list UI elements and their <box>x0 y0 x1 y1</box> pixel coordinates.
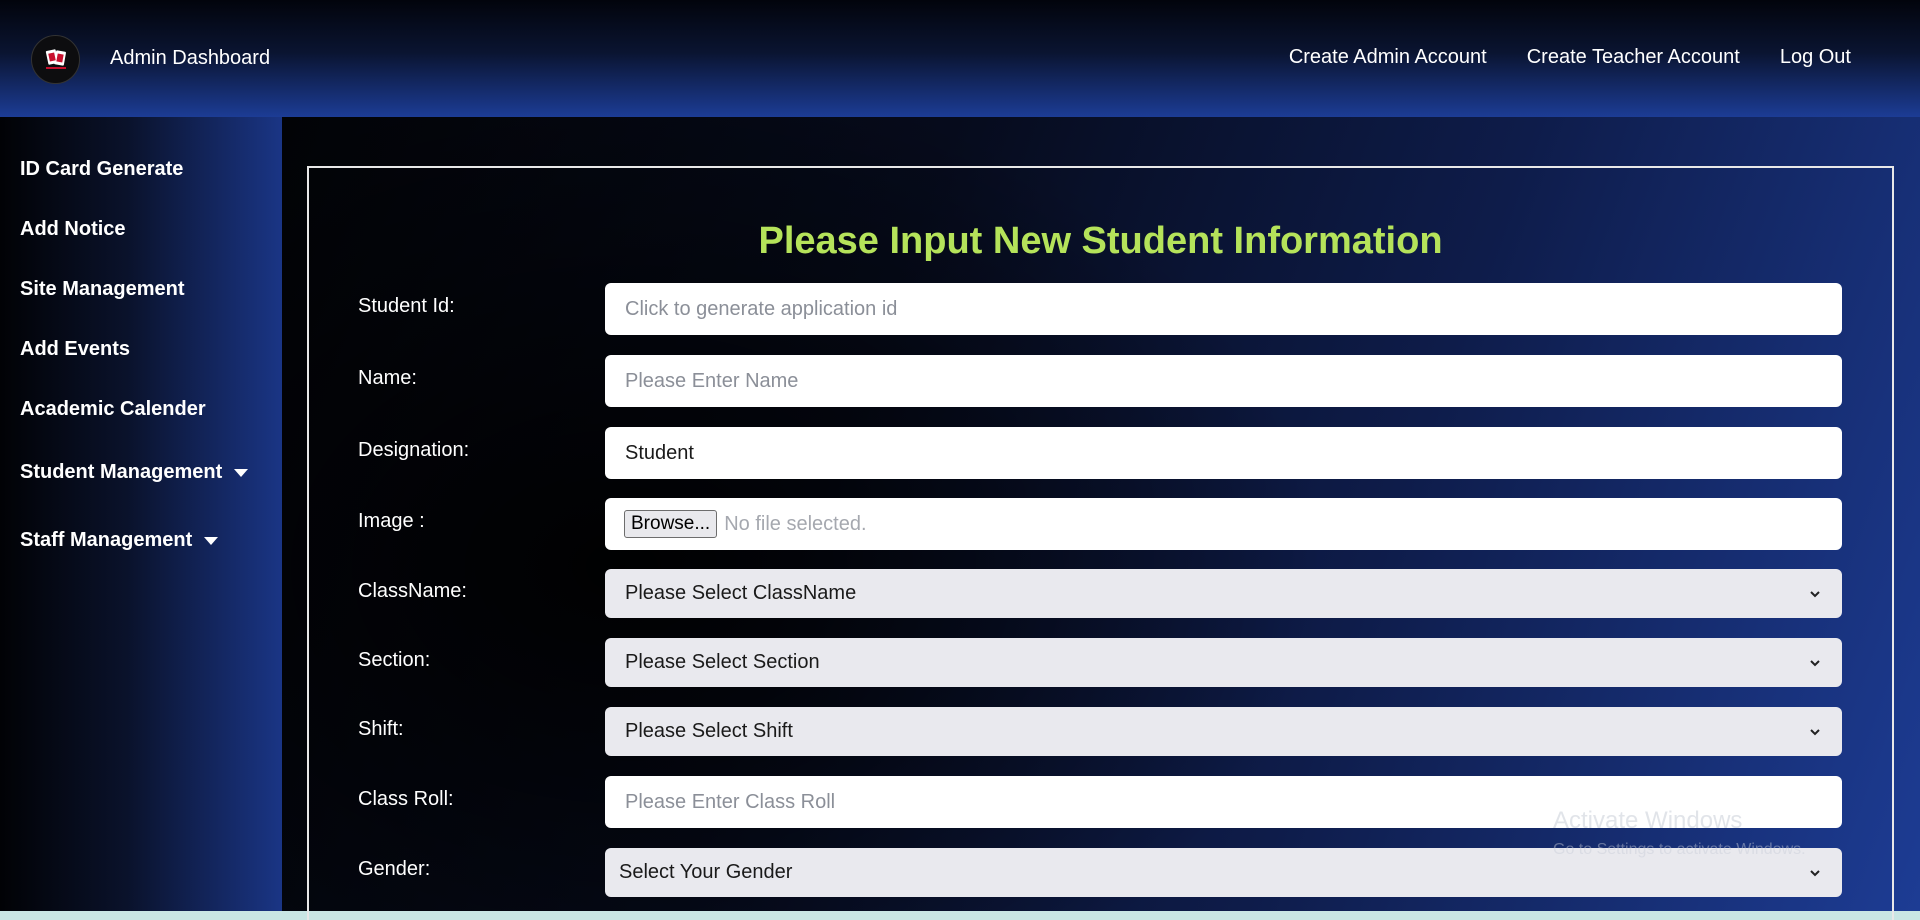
browse-button[interactable]: Browse... <box>624 510 718 538</box>
sidebar-item-student-management[interactable]: Student Management <box>20 461 249 484</box>
sidebar-item-site-management[interactable]: Site Management <box>20 278 184 301</box>
sidebar-item-label: Add Notice <box>20 218 126 240</box>
create-admin-account-link[interactable]: Create Admin Account <box>1289 46 1487 69</box>
log-out-link[interactable]: Log Out <box>1780 46 1851 69</box>
designation-input[interactable]: Student <box>605 427 1842 479</box>
create-teacher-account-link[interactable]: Create Teacher Account <box>1527 46 1740 69</box>
sidebar-item-label: Academic Calender <box>20 398 206 420</box>
class-roll-placeholder: Please Enter Class Roll <box>625 790 836 813</box>
student-id-label: Student Id: <box>358 295 455 317</box>
name-input[interactable]: Please Enter Name <box>605 355 1842 407</box>
sidebar-item-academic-calender[interactable]: Academic Calender <box>20 398 206 421</box>
image-file-input[interactable]: Browse... No file selected. <box>605 498 1842 550</box>
file-status: No file selected. <box>724 512 867 535</box>
shift-label: Shift: <box>358 718 404 740</box>
chevron-down-icon <box>1810 728 1820 735</box>
form-title: Please Input New Student Information <box>758 220 1443 262</box>
main-content: Please Input New Student Information Stu… <box>282 117 1920 920</box>
section-select[interactable]: Please Select Section <box>605 638 1842 687</box>
chevron-down-icon <box>1810 659 1820 666</box>
dashboard-title: Admin Dashboard <box>110 47 271 69</box>
sidebar-item-label: Add Events <box>20 338 131 360</box>
top-nav-links: Create Admin Account Create Teacher Acco… <box>1289 46 1851 69</box>
sidebar-item-add-notice[interactable]: Add Notice <box>20 218 126 241</box>
classname-select[interactable]: Please Select ClassName <box>605 569 1842 618</box>
activate-windows-watermark: Activate Windows <box>1553 807 1743 834</box>
school-logo-icon[interactable] <box>31 35 80 84</box>
chevron-down-icon <box>1810 869 1820 876</box>
caret-down-icon <box>234 468 249 477</box>
student-id-placeholder: Click to generate application id <box>625 297 898 320</box>
student-id-input[interactable]: Click to generate application id <box>605 283 1842 335</box>
name-label: Name: <box>358 367 417 389</box>
section-label: Section: <box>358 649 431 671</box>
sidebar-item-add-events[interactable]: Add Events <box>20 338 130 361</box>
class-roll-label: Class Roll: <box>358 788 454 810</box>
sidebar-item-label: Student Management <box>20 461 223 483</box>
gender-selected: Select Your Gender <box>619 861 793 883</box>
activate-windows-hint: Go to Settings to activate Windows. <box>1553 841 1806 858</box>
name-placeholder: Please Enter Name <box>625 369 799 392</box>
designation-label: Designation: <box>358 439 470 461</box>
sidebar-item-id-card-generate[interactable]: ID Card Generate <box>20 158 183 181</box>
gender-label: Gender: <box>358 858 431 880</box>
image-label: Image : <box>358 510 425 532</box>
section-selected: Please Select Section <box>625 651 820 673</box>
caret-down-icon <box>204 536 219 545</box>
sidebar-item-label: ID Card Generate <box>20 158 184 180</box>
shift-select[interactable]: Please Select Shift <box>605 707 1842 756</box>
sidebar-item-staff-management[interactable]: Staff Management <box>20 529 219 552</box>
shift-selected: Please Select Shift <box>625 720 793 742</box>
sidebar: ID Card Generate Add Notice Site Managem… <box>0 117 282 911</box>
top-navbar: Admin Dashboard Create Admin Account Cre… <box>0 0 1920 117</box>
classname-label: ClassName: <box>358 580 467 602</box>
classname-selected: Please Select ClassName <box>625 582 857 604</box>
chevron-down-icon <box>1810 590 1820 597</box>
designation-value: Student <box>625 441 694 464</box>
sidebar-item-label: Staff Management <box>20 529 193 551</box>
sidebar-item-label: Site Management <box>20 278 185 300</box>
